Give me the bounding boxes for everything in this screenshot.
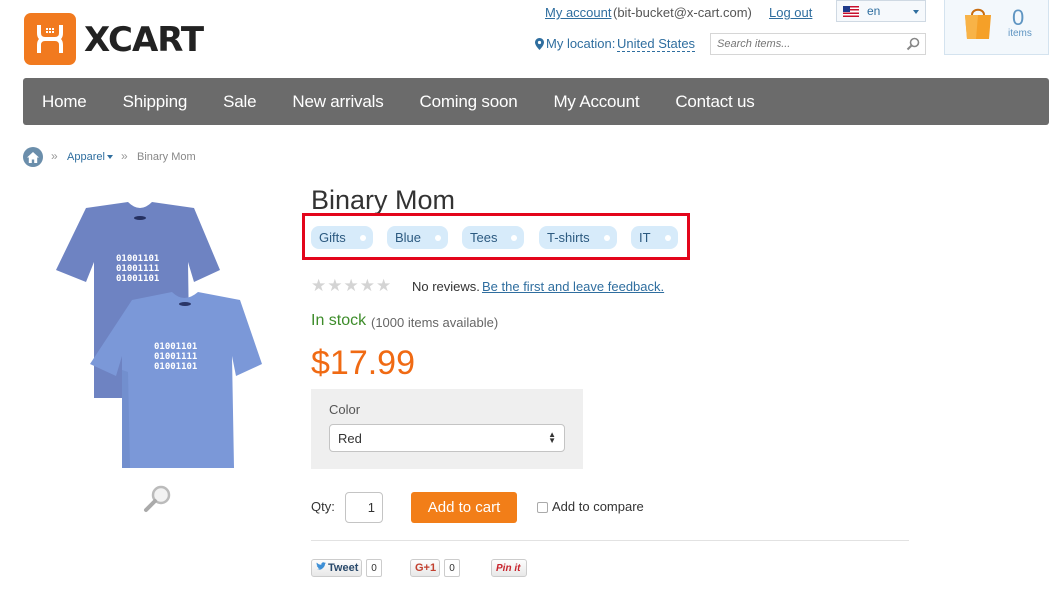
mini-cart[interactable] bbox=[944, 0, 1049, 55]
star-icon[interactable]: ★ bbox=[311, 276, 326, 296]
stock-status: In stock bbox=[311, 312, 367, 329]
product-image[interactable]: 01001101 01001111 01001101 01001101 0100… bbox=[48, 200, 266, 472]
color-select-value: Red bbox=[338, 430, 362, 446]
color-select[interactable]: Red ▲ ▼ bbox=[329, 424, 565, 452]
nav-home[interactable]: Home bbox=[42, 92, 87, 112]
shirt-print-front: 01001101 01001111 01001101 bbox=[154, 342, 198, 372]
reviews-text: No reviews. bbox=[412, 279, 480, 294]
nav-shipping[interactable]: Shipping bbox=[123, 92, 188, 112]
breadcrumb-current: Binary Mom bbox=[137, 151, 196, 163]
location-link[interactable]: United States bbox=[617, 36, 696, 52]
star-icon[interactable]: ★ bbox=[376, 276, 391, 296]
nav-new-arrivals[interactable]: New arrivals bbox=[292, 92, 383, 112]
twitter-bird-icon bbox=[316, 562, 326, 574]
select-arrows-icon: ▲ ▼ bbox=[548, 430, 556, 445]
pinterest-button[interactable]: Pin it bbox=[491, 559, 527, 577]
star-icon[interactable]: ★ bbox=[344, 276, 359, 296]
search-icon[interactable] bbox=[906, 37, 920, 54]
breadcrumb-apparel[interactable]: Apparel bbox=[67, 151, 105, 163]
tag-dot-icon bbox=[604, 235, 610, 241]
chevron-down-icon bbox=[913, 10, 919, 14]
tag-dot-icon bbox=[360, 235, 366, 241]
tag-blue[interactable]: Blue bbox=[387, 226, 448, 249]
product-title: Binary Mom bbox=[311, 185, 456, 215]
brand-name[interactable]: XCART bbox=[84, 20, 204, 60]
product-price: $17.99 bbox=[311, 344, 415, 382]
location-pin-icon bbox=[535, 37, 544, 55]
compare-checkbox[interactable] bbox=[537, 502, 548, 513]
leave-feedback-link[interactable]: Be the first and leave feedback. bbox=[482, 279, 664, 294]
language-select[interactable]: en bbox=[836, 0, 926, 22]
tag-dot-icon bbox=[665, 235, 671, 241]
breadcrumb-separator: » bbox=[51, 149, 58, 163]
logout-link[interactable]: Log out bbox=[769, 5, 812, 20]
nav-sale[interactable]: Sale bbox=[223, 92, 256, 112]
star-icon[interactable]: ★ bbox=[327, 276, 342, 296]
gplus-count: 0 bbox=[444, 559, 460, 577]
cart-items-label: items bbox=[1008, 28, 1032, 39]
nav-contact-us[interactable]: Contact us bbox=[675, 92, 754, 112]
qty-input[interactable]: 1 bbox=[345, 492, 383, 523]
tag-tees[interactable]: Tees bbox=[462, 226, 524, 249]
chevron-down-icon[interactable] bbox=[107, 155, 113, 159]
us-flag-icon bbox=[843, 5, 859, 17]
star-icon[interactable]: ★ bbox=[360, 276, 375, 296]
qty-label: Qty: bbox=[311, 499, 335, 514]
nav-my-account[interactable]: My Account bbox=[553, 92, 639, 112]
tag-dot-icon bbox=[435, 235, 441, 241]
home-icon[interactable] bbox=[23, 147, 43, 167]
breadcrumb-separator: » bbox=[121, 149, 128, 163]
color-label: Color bbox=[329, 402, 361, 417]
tweet-label: Tweet bbox=[328, 562, 359, 574]
add-to-cart-button[interactable]: Add to cart bbox=[411, 492, 517, 523]
tag-gifts[interactable]: Gifts bbox=[311, 226, 373, 249]
tag-t-shirts[interactable]: T-shirts bbox=[539, 226, 617, 249]
search-input[interactable] bbox=[717, 38, 897, 50]
tweet-count: 0 bbox=[366, 559, 382, 577]
nav-coming-soon[interactable]: Coming soon bbox=[420, 92, 518, 112]
availability: (1000 items available) bbox=[371, 315, 499, 330]
compare-label[interactable]: Add to compare bbox=[552, 499, 644, 514]
main-nav: Home Shipping Sale New arrivals Coming s… bbox=[23, 78, 1049, 125]
logo-icon[interactable] bbox=[24, 13, 76, 65]
zoom-icon[interactable] bbox=[143, 484, 173, 519]
search-box[interactable] bbox=[710, 33, 926, 55]
account-email: (bit-bucket@x-cart.com) bbox=[613, 5, 752, 20]
language-value: en bbox=[867, 4, 881, 18]
tag-dot-icon bbox=[511, 235, 517, 241]
rating-stars[interactable]: ★ ★ ★ ★ ★ bbox=[311, 276, 391, 296]
google-plus-button[interactable]: G+1 bbox=[410, 559, 440, 577]
divider bbox=[311, 540, 909, 541]
tag-it[interactable]: IT bbox=[631, 226, 678, 249]
my-account-link[interactable]: My account bbox=[545, 5, 611, 20]
tweet-button[interactable]: Tweet bbox=[311, 559, 362, 577]
location-label: My location: bbox=[546, 36, 616, 51]
shopping-bag-icon[interactable] bbox=[962, 5, 994, 45]
shirt-print-back: 01001101 01001111 01001101 bbox=[116, 254, 160, 284]
